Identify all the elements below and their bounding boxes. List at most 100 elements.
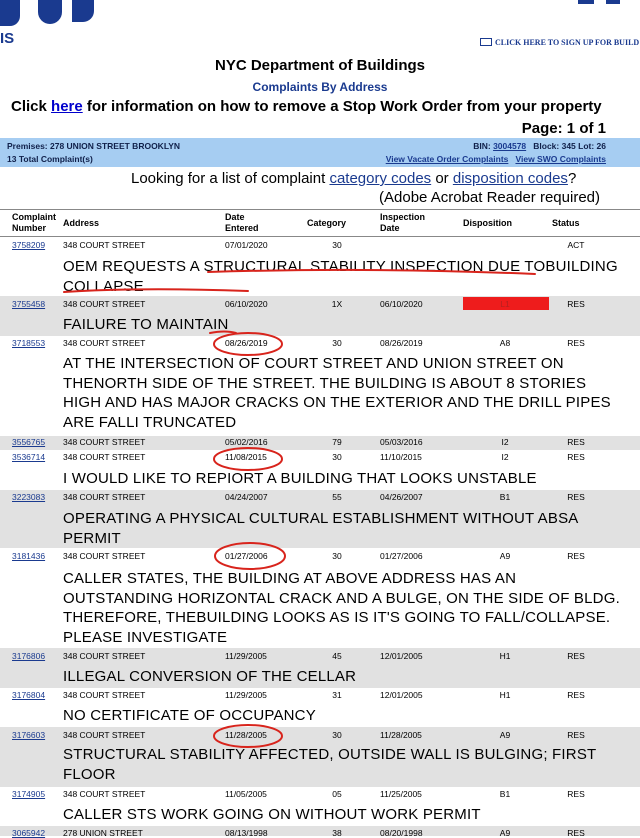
cell-status: RES xyxy=(567,730,585,740)
cell-date-entered: 05/02/2016 xyxy=(225,437,268,447)
col-address: Address xyxy=(63,218,100,228)
complaint-description: CALLER STATES, THE BUILDING AT ABOVE ADD… xyxy=(63,570,620,646)
cell-disposition: H1 xyxy=(499,651,511,661)
cell-complaint-number[interactable]: 3536714 xyxy=(12,452,45,462)
vacate-order-link[interactable]: View Vacate Order Complaints xyxy=(386,154,509,164)
code-lookup: Looking for a list of complaint category… xyxy=(131,170,576,187)
cell-inspection-date: 06/10/2020 xyxy=(380,299,423,309)
swo-suffix: for information on how to remove a Stop … xyxy=(82,98,602,115)
cell-date-entered: 11/29/2005 xyxy=(225,690,267,700)
col-complaint: Complaint xyxy=(12,212,56,222)
stop-work-order-info: Click here for information on how to rem… xyxy=(11,98,602,115)
block-lot: Block: 345 Lot: 26 xyxy=(533,141,606,151)
swo-prefix: Click xyxy=(11,98,52,115)
cell-status: RES xyxy=(567,789,585,799)
table-header: Complaint Number Address Date Entered Cate… xyxy=(0,209,640,237)
complaint-description: OEM REQUESTS A STRUCTURAL STABILITY INSP… xyxy=(63,258,618,295)
lookup-prefix: Looking for a list of complaint xyxy=(131,170,330,187)
cell-disposition: I2 xyxy=(501,452,509,462)
cell-status: RES xyxy=(567,452,585,462)
cell-complaint-number[interactable]: 3174905 xyxy=(12,789,45,799)
cell-complaint-number[interactable]: 3176603 xyxy=(12,730,45,740)
bin-link[interactable]: 3004578 xyxy=(493,141,526,151)
cell-complaint-number[interactable]: 3176804 xyxy=(12,690,45,700)
cell-address: 348 COURT STREET xyxy=(63,651,146,661)
signup-link[interactable]: CLICK HERE TO SIGN UP FOR BUILD xyxy=(480,38,639,47)
cell-category: 30 xyxy=(332,730,342,740)
col-number: Number xyxy=(12,223,47,233)
cell-disposition: L1 xyxy=(500,299,510,309)
cell-inspection-date: 05/03/2016 xyxy=(380,437,423,447)
envelope-icon xyxy=(480,38,492,46)
col-entered: Entered xyxy=(225,223,259,233)
signup-label[interactable]: CLICK HERE TO SIGN UP FOR BUILD xyxy=(495,38,639,47)
bin-prefix: BIN: xyxy=(473,141,494,151)
cell-disposition: H1 xyxy=(499,690,511,700)
col-status: Status xyxy=(552,218,580,228)
cell-status: RES xyxy=(567,690,585,700)
complaint-description: CALLER STS WORK GOING ON WITHOUT WORK PE… xyxy=(63,806,481,823)
nyc-logo-part xyxy=(38,0,62,24)
lookup-suffix: ? xyxy=(567,170,577,187)
nyc-logo-right xyxy=(578,0,594,4)
cell-complaint-number[interactable]: 3718553 xyxy=(12,338,45,348)
cell-date-entered: 04/24/2007 xyxy=(225,492,268,502)
cell-complaint-number[interactable]: 3223083 xyxy=(12,492,45,502)
cell-date-entered: 08/26/2019 xyxy=(225,338,268,348)
lookup-middle: or xyxy=(431,170,453,187)
cell-complaint-number[interactable]: 3556765 xyxy=(12,437,45,447)
swo-complaints-link[interactable]: View SWO Complaints xyxy=(515,154,606,164)
cell-complaint-number[interactable]: 3065942 xyxy=(12,828,45,838)
cell-complaint-number[interactable]: 3181436 xyxy=(12,551,45,561)
complaint-description: I WOULD LIKE TO REPIORT A BUILDING THAT … xyxy=(63,470,537,487)
cell-address: 348 COURT STREET xyxy=(63,690,146,700)
premises-bar: Premises: 278 UNION STREET BROOKLYN 13 T… xyxy=(0,138,640,167)
cell-disposition: B1 xyxy=(499,789,511,799)
cell-date-entered: 11/29/2005 xyxy=(225,651,267,661)
cell-inspection-date: 04/26/2007 xyxy=(380,492,423,502)
cell-category: 38 xyxy=(332,828,342,838)
cell-complaint-number[interactable]: 3755458 xyxy=(12,299,45,309)
cell-category: 05 xyxy=(332,789,342,799)
cell-inspection-date: 08/20/1998 xyxy=(380,828,423,838)
category-codes-link[interactable]: category codes xyxy=(329,170,431,187)
bin-block-lot: BIN: 3004578 Block: 345 Lot: 26 xyxy=(473,141,606,151)
premises-links: View Vacate Order Complaints View SWO Co… xyxy=(386,154,606,164)
cell-inspection-date: 11/28/2005 xyxy=(380,730,422,740)
col-inspection: Inspection xyxy=(380,212,426,222)
logo-subtext: IS xyxy=(0,30,15,47)
swo-here-link[interactable]: here xyxy=(51,98,83,115)
cell-disposition: A9 xyxy=(499,551,511,561)
complaint-description: FAILURE TO MAINTAIN xyxy=(63,316,229,333)
cell-date-entered: 08/13/1998 xyxy=(225,828,268,838)
col-insp-date: Date xyxy=(380,223,400,233)
cell-disposition: A9 xyxy=(499,730,511,740)
cell-address: 348 COURT STREET xyxy=(63,789,146,799)
page-subtitle: Complaints By Address xyxy=(252,80,388,94)
complaint-description: STRUCTURAL STABILITY AFFECTED, OUTSIDE W… xyxy=(63,746,597,783)
cell-category: 30 xyxy=(332,240,342,250)
col-date: Date xyxy=(225,212,245,222)
cell-address: 348 COURT STREET xyxy=(63,240,146,250)
cell-disposition: A9 xyxy=(499,828,511,838)
col-category: Category xyxy=(307,218,347,228)
nyc-logo xyxy=(0,0,20,26)
cell-status: ACT xyxy=(567,240,585,250)
premises-address: Premises: 278 UNION STREET BROOKLYN xyxy=(7,141,181,151)
page-title: NYC Department of Buildings xyxy=(214,57,425,74)
cell-status: RES xyxy=(567,299,585,309)
cell-date-entered: 01/27/2006 xyxy=(225,551,268,561)
cell-address: 348 COURT STREET xyxy=(63,730,146,740)
cell-inspection-date: 11/10/2015 xyxy=(380,452,422,462)
disposition-codes-link[interactable]: disposition codes xyxy=(453,170,568,187)
cell-complaint-number[interactable]: 3176806 xyxy=(12,651,45,661)
cell-inspection-date: 12/01/2005 xyxy=(380,690,423,700)
cell-complaint-number[interactable]: 3758209 xyxy=(12,240,45,250)
cell-inspection-date: 12/01/2005 xyxy=(380,651,423,661)
cell-category: 55 xyxy=(332,492,342,502)
page-indicator: Page: 1 of 1 xyxy=(521,120,606,137)
cell-status: RES xyxy=(567,551,585,561)
cell-inspection-date: 01/27/2006 xyxy=(380,551,423,561)
cell-address: 348 COURT STREET xyxy=(63,551,146,561)
col-disposition: Disposition xyxy=(463,218,512,228)
